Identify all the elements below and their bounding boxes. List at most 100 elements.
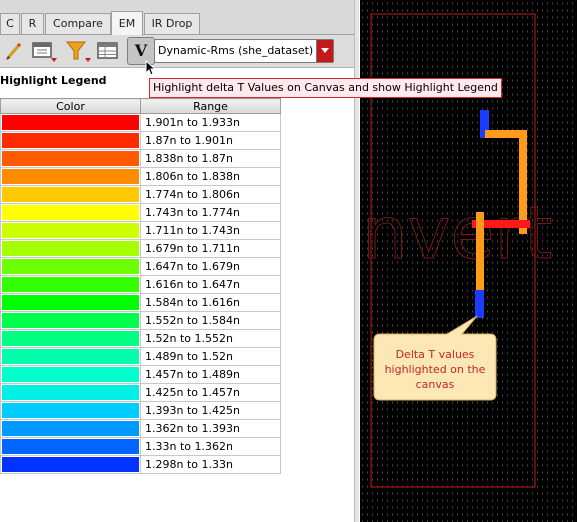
column-header-color[interactable]: Color (0, 98, 141, 114)
legend-color-cell (0, 203, 141, 222)
legend-color-cell (0, 221, 141, 240)
table-row[interactable]: 1.616n to 1.647n (0, 275, 281, 294)
legend-color-cell (0, 383, 141, 402)
color-swatch (2, 331, 139, 346)
legend-range-cell: 1.425n to 1.457n (140, 383, 281, 402)
tab-em[interactable]: EM (111, 11, 143, 35)
color-swatch (2, 457, 139, 472)
legend-color-cell (0, 455, 141, 474)
legend-range-cell: 1.711n to 1.743n (140, 221, 281, 240)
table-row[interactable]: 1.743n to 1.774n (0, 203, 281, 222)
tab-bar: C R Compare EM IR Drop (0, 0, 358, 35)
legend-color-cell (0, 131, 141, 150)
table-row[interactable]: 1.552n to 1.584n (0, 311, 281, 330)
table-row[interactable]: 1.806n to 1.838n (0, 167, 281, 186)
chevron-down-icon[interactable] (316, 40, 333, 62)
net-segment-orange-v2 (476, 212, 484, 292)
dropdown-value: Dynamic-Rms (she_dataset) (158, 44, 314, 57)
color-swatch (2, 223, 139, 238)
color-swatch (2, 169, 139, 184)
pencil-icon[interactable] (2, 39, 26, 63)
color-swatch (2, 205, 139, 220)
legend-color-cell (0, 257, 141, 276)
mouse-cursor-icon (145, 60, 157, 76)
legend-color-cell (0, 149, 141, 168)
table-row[interactable]: 1.774n to 1.806n (0, 185, 281, 204)
legend-range-cell: 1.806n to 1.838n (140, 167, 281, 186)
filter-icon[interactable] (64, 39, 92, 63)
legend-range-cell: 1.87n to 1.901n (140, 131, 281, 150)
color-swatch (2, 403, 139, 418)
legend-range-cell: 1.647n to 1.679n (140, 257, 281, 276)
toolbar: V Dynamic-Rms (she_dataset) (0, 35, 358, 68)
table-row[interactable]: 1.584n to 1.616n (0, 293, 281, 312)
color-swatch (2, 367, 139, 382)
legend-table: Color Range 1.901n to 1.933n 1.87n to 1.9… (0, 98, 281, 474)
legend-color-cell (0, 113, 141, 132)
table-row[interactable]: 1.838n to 1.87n (0, 149, 281, 168)
legend-color-cell (0, 239, 141, 258)
legend-range-cell: 1.901n to 1.933n (140, 113, 281, 132)
color-swatch (2, 349, 139, 364)
legend-color-cell (0, 311, 141, 330)
layout-icon[interactable] (30, 39, 58, 63)
legend-range-cell: 1.489n to 1.52n (140, 347, 281, 366)
legend-range-cell: 1.52n to 1.552n (140, 329, 281, 348)
tab-ir-drop[interactable]: IR Drop (144, 13, 200, 34)
color-swatch (2, 277, 139, 292)
table-row[interactable]: 1.87n to 1.901n (0, 131, 281, 150)
color-swatch (2, 115, 139, 130)
table-row[interactable]: 1.393n to 1.425n (0, 401, 281, 420)
legend-range-cell: 1.838n to 1.87n (140, 149, 281, 168)
legend-color-cell (0, 437, 141, 456)
table-row[interactable]: 1.52n to 1.552n (0, 329, 281, 348)
table-row[interactable]: 1.679n to 1.711n (0, 239, 281, 258)
legend-title: Highlight Legend (0, 74, 107, 87)
tab-r[interactable]: R (21, 13, 44, 34)
legend-color-cell (0, 365, 141, 384)
table-row[interactable]: 1.425n to 1.457n (0, 383, 281, 402)
legend-color-cell (0, 419, 141, 438)
color-swatch (2, 439, 139, 454)
table-row[interactable]: 1.33n to 1.362n (0, 437, 281, 456)
table-row[interactable]: 1.901n to 1.933n (0, 113, 281, 132)
legend-range-cell: 1.362n to 1.393n (140, 419, 281, 438)
table-row[interactable]: 1.489n to 1.52n (0, 347, 281, 366)
legend-range-cell: 1.298n to 1.33n (140, 455, 281, 474)
legend-color-cell (0, 401, 141, 420)
color-swatch (2, 421, 139, 436)
table-row[interactable]: 1.362n to 1.393n (0, 419, 281, 438)
dataset-dropdown[interactable]: Dynamic-Rms (she_dataset) (154, 39, 334, 63)
tooltip: Highlight delta T Values on Canvas and s… (149, 78, 502, 98)
legend-color-cell (0, 329, 141, 348)
legend-range-cell: 1.584n to 1.616n (140, 293, 281, 312)
table-row[interactable]: 1.711n to 1.743n (0, 221, 281, 240)
table-row[interactable]: 1.298n to 1.33n (0, 455, 281, 474)
legend-range-cell: 1.457n to 1.489n (140, 365, 281, 384)
table-icon[interactable] (96, 39, 120, 63)
color-swatch (2, 241, 139, 256)
legend-range-cell: 1.774n to 1.806n (140, 185, 281, 204)
legend-range-cell: 1.616n to 1.647n (140, 275, 281, 294)
color-swatch (2, 151, 139, 166)
color-swatch (2, 259, 139, 274)
legend-range-cell: 1.743n to 1.774n (140, 203, 281, 222)
legend-color-cell (0, 275, 141, 294)
tab-compare[interactable]: Compare (45, 13, 111, 34)
column-header-range[interactable]: Range (140, 98, 281, 114)
callout-text: Delta T values highlighted on the canvas (384, 348, 486, 391)
legend-range-cell: 1.33n to 1.362n (140, 437, 281, 456)
legend-range-cell: 1.393n to 1.425n (140, 401, 281, 420)
color-swatch (2, 187, 139, 202)
color-swatch (2, 133, 139, 148)
net-segment-orange-v1 (519, 130, 527, 234)
color-swatch (2, 313, 139, 328)
color-swatch (2, 385, 139, 400)
color-swatch (2, 295, 139, 310)
table-row[interactable]: 1.647n to 1.679n (0, 257, 281, 276)
table-row[interactable]: 1.457n to 1.489n (0, 365, 281, 384)
legend-range-cell: 1.679n to 1.711n (140, 239, 281, 258)
legend-color-cell (0, 293, 141, 312)
legend-color-cell (0, 185, 141, 204)
tab-c[interactable]: C (0, 13, 20, 34)
